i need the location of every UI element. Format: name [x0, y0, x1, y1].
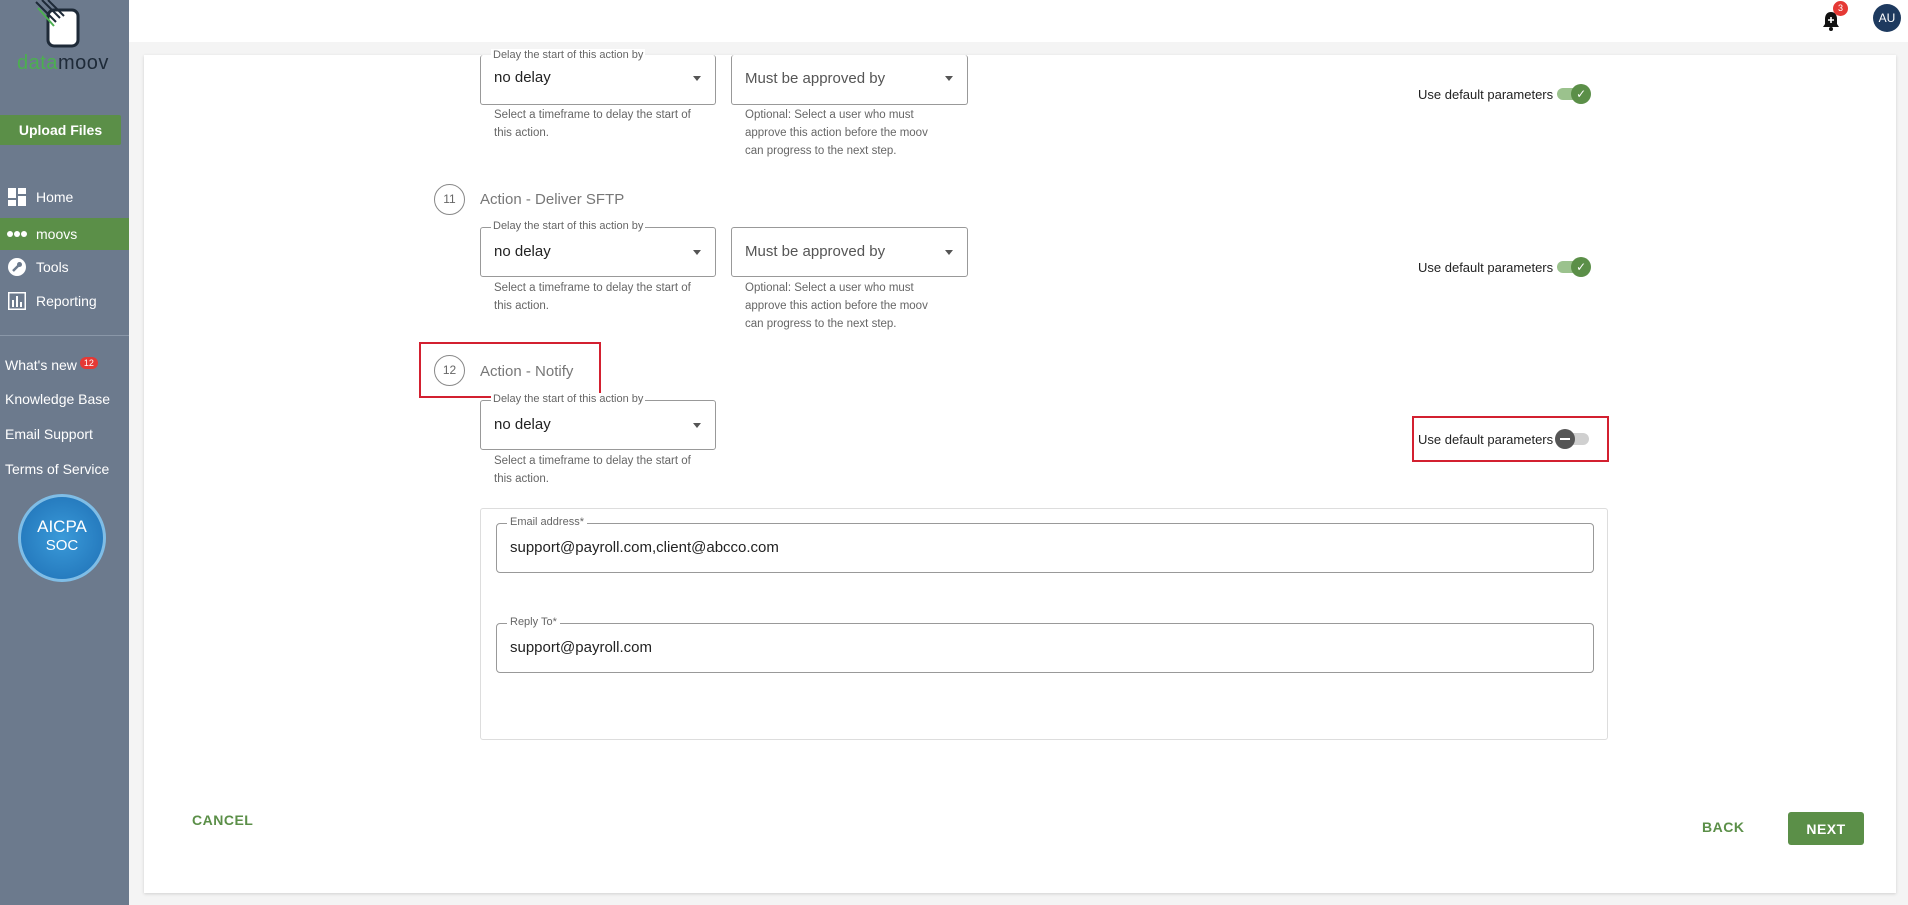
check-icon: ✓ — [1571, 84, 1592, 104]
delay-select-value: no delay — [494, 69, 551, 86]
link-whats-new[interactable]: What's new 12 — [5, 357, 98, 373]
wrench-icon — [6, 258, 28, 276]
step-title-11: Action - Deliver SFTP — [480, 191, 625, 208]
whats-new-badge: 12 — [79, 357, 98, 369]
sidebar: datamoov Upload Files Home moovs Tools R… — [0, 0, 129, 905]
whats-new-label: What's new — [5, 357, 77, 373]
default-params-toggle-step-10[interactable]: ✓ — [1557, 84, 1592, 104]
next-button[interactable]: NEXT — [1788, 812, 1864, 845]
reply-to-label: Reply To* — [507, 616, 560, 628]
nav-moovs-label: moovs — [36, 226, 78, 242]
delay-select-step-10[interactable]: Delay the start of this action by no del… — [480, 49, 716, 105]
default-params-row-step-11: Use default parameters ✓ — [1418, 257, 1592, 277]
reply-to-value: support@payroll.com — [510, 639, 652, 656]
delay-select-label: Delay the start of this action by — [491, 220, 646, 232]
aicpa-line1: AICPA — [37, 517, 87, 536]
cancel-button[interactable]: CANCEL — [192, 812, 253, 828]
dashboard-icon — [6, 188, 28, 206]
chevron-down-icon — [945, 76, 953, 81]
nav-tools[interactable]: Tools — [0, 251, 129, 283]
minus-icon — [1555, 429, 1576, 449]
default-params-label: Use default parameters — [1418, 259, 1554, 275]
dots-icon — [6, 225, 28, 243]
aicpa-line2: SOC — [45, 537, 79, 554]
check-icon: ✓ — [1571, 257, 1592, 277]
link-email-support[interactable]: Email Support — [5, 426, 93, 442]
user-avatar[interactable]: AU — [1873, 4, 1901, 32]
email-address-field[interactable]: Email address* support@payroll.com,clien… — [496, 516, 1594, 573]
nav-moovs[interactable]: moovs — [0, 218, 129, 250]
top-bar — [129, 0, 1908, 42]
delay-helper-step-11: Select a timeframe to delay the start of… — [494, 282, 691, 312]
chart-icon — [6, 292, 28, 310]
approval-select-placeholder: Must be approved by — [745, 70, 886, 87]
default-params-toggle-step-11[interactable]: ✓ — [1557, 257, 1592, 277]
notification-count-badge: 3 — [1833, 1, 1848, 16]
delay-helper-step-12: Select a timeframe to delay the start of… — [494, 455, 691, 485]
approval-select-step-10[interactable]: Must be approved by — [731, 55, 968, 105]
sidebar-divider — [0, 335, 129, 336]
aicpa-soc-badge: AICPA SOC — [18, 494, 106, 582]
approval-select-placeholder: Must be approved by — [745, 243, 886, 260]
delay-select-step-11[interactable]: Delay the start of this action by no del… — [480, 220, 716, 277]
delay-select-label: Delay the start of this action by — [491, 49, 646, 61]
chevron-down-icon — [945, 250, 953, 255]
delay-select-label: Delay the start of this action by — [491, 393, 646, 405]
nav-reporting-label: Reporting — [36, 293, 97, 309]
default-params-label: Use default parameters — [1418, 431, 1554, 447]
nav-tools-label: Tools — [36, 259, 69, 275]
step-number-11: 11 — [434, 184, 465, 215]
delay-select-value: no delay — [494, 416, 551, 433]
chevron-down-icon — [693, 250, 701, 255]
email-address-value: support@payroll.com,client@abcco.com — [510, 539, 779, 556]
approval-helper-step-11: Optional: Select a user who must approve… — [745, 282, 928, 330]
nav-home[interactable]: Home — [0, 181, 129, 213]
notify-settings-panel: Email address* support@payroll.com,clien… — [480, 508, 1608, 740]
nav-reporting[interactable]: Reporting — [0, 285, 129, 317]
default-params-label: Use default parameters — [1418, 86, 1554, 102]
step-number-12: 12 — [434, 355, 465, 386]
link-terms-of-service[interactable]: Terms of Service — [5, 461, 109, 477]
default-params-row-step-10: Use default parameters ✓ — [1418, 84, 1592, 104]
back-button[interactable]: BACK — [1702, 819, 1744, 835]
approval-helper-step-10: Optional: Select a user who must approve… — [745, 109, 928, 157]
reply-to-field[interactable]: Reply To* support@payroll.com — [496, 616, 1594, 673]
main-card: Delay the start of this action by no del… — [144, 49, 1896, 893]
email-address-label: Email address* — [507, 516, 587, 528]
default-params-toggle-step-12[interactable] — [1555, 429, 1590, 449]
link-knowledge-base[interactable]: Knowledge Base — [5, 391, 110, 407]
step-title-12: Action - Notify — [480, 363, 574, 380]
logo-icon — [35, 0, 80, 48]
delay-select-value: no delay — [494, 243, 551, 260]
delay-helper-step-10: Select a timeframe to delay the start of… — [494, 109, 691, 139]
delay-select-step-12[interactable]: Delay the start of this action by no del… — [480, 393, 716, 450]
logo[interactable]: datamoov — [8, 0, 122, 75]
nav-home-label: Home — [36, 189, 74, 205]
logo-text: datamoov — [17, 52, 109, 74]
chevron-down-icon — [693, 423, 701, 428]
default-params-row-step-12: Use default parameters — [1418, 429, 1590, 449]
chevron-down-icon — [693, 76, 701, 81]
upload-files-button[interactable]: Upload Files — [0, 115, 121, 145]
approval-select-step-11[interactable]: Must be approved by — [731, 227, 968, 277]
